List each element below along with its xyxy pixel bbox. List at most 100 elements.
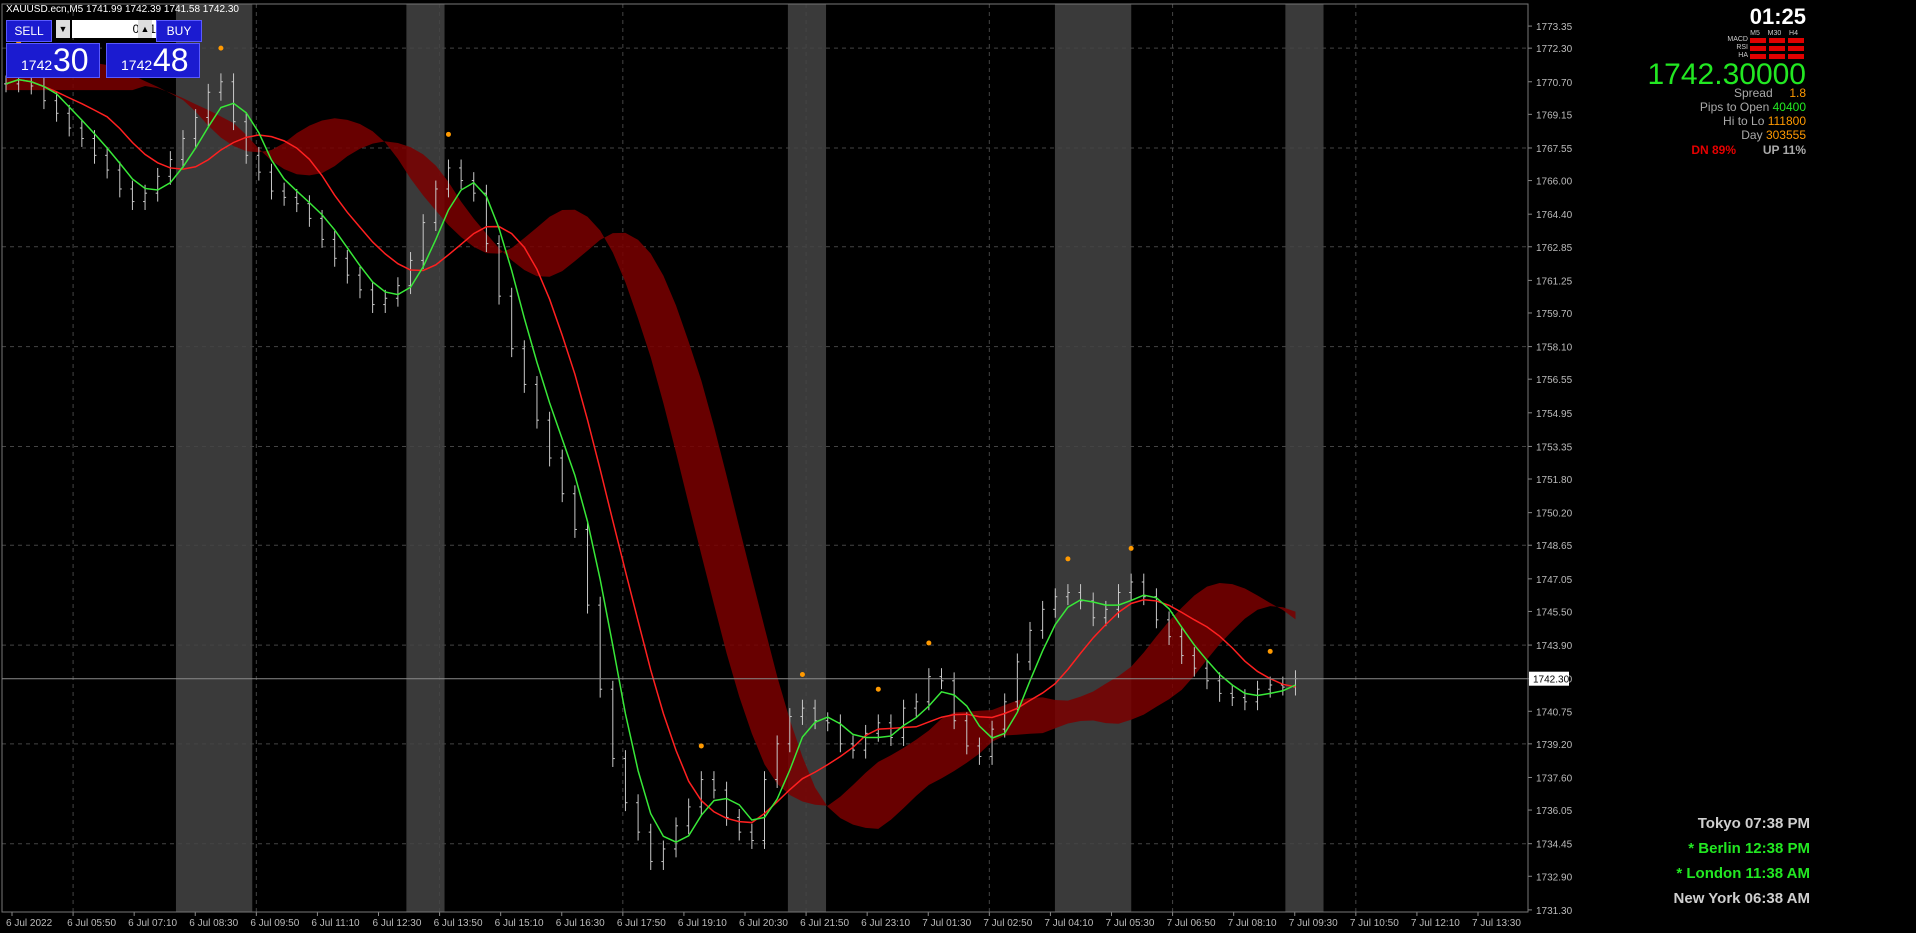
x-tick-label: 7 Jul 13:30	[1472, 918, 1521, 929]
y-tick-label: 1764.40	[1536, 210, 1573, 221]
signal-dot	[218, 45, 224, 51]
signal-dot	[875, 686, 881, 692]
y-tick-label: 1754.95	[1536, 409, 1573, 420]
y-tick-label: 1770.70	[1536, 78, 1573, 89]
x-tick-label: 6 Jul 11:10	[311, 918, 360, 929]
signal-dot	[1267, 648, 1273, 654]
x-tick-label: 6 Jul 23:10	[861, 918, 910, 929]
spread-value: 1.8	[1789, 86, 1806, 100]
signal-dot	[1128, 545, 1134, 551]
one-click-trading-panel: SELL ▼ 0.01 ▲ BUY 1742 30 1742 48	[6, 18, 202, 78]
signal-dot	[799, 671, 805, 677]
day-label: Day	[1741, 128, 1763, 142]
session-new-york: New York 06:38 AM	[1673, 890, 1810, 907]
x-tick-label: 6 Jul 20:30	[739, 918, 788, 929]
y-tick-label: 1759.70	[1536, 309, 1573, 320]
signal-dot	[445, 131, 451, 137]
x-tick-label: 7 Jul 10:50	[1350, 918, 1399, 929]
y-tick-label: 1743.90	[1536, 641, 1573, 652]
y-tick-label: 1767.55	[1536, 144, 1573, 155]
y-tick-label: 1745.50	[1536, 607, 1573, 618]
y-tick-label: 1756.55	[1536, 375, 1573, 386]
tf-label: M30	[1767, 30, 1782, 37]
price-chart[interactable]: 1773.35 1772.30 1770.70 1769.15 1767.55 1766.…	[0, 0, 1916, 933]
server-clock: 01:25	[1749, 4, 1806, 29]
ask-small: 1742	[121, 57, 153, 73]
y-tick-label: 1769.15	[1536, 110, 1573, 121]
session-band	[406, 4, 445, 912]
y-tick-label: 1732.90	[1536, 872, 1573, 883]
session-tokyo: Tokyo 07:38 PM	[1697, 815, 1810, 832]
lot-increase-icon[interactable]: ▲	[138, 20, 152, 38]
signal-dot	[698, 743, 704, 749]
bid-big: 30	[53, 42, 89, 78]
x-tick-label: 6 Jul 17:50	[617, 918, 666, 929]
y-tick-label: 1739.20	[1536, 740, 1573, 751]
y-tick-label: 1761.25	[1536, 276, 1573, 287]
x-tick-label: 6 Jul 08:30	[189, 918, 238, 929]
hilo-value: 111800	[1767, 114, 1806, 128]
y-tick-label: 1772.30	[1536, 44, 1573, 55]
y-tick-label: 1748.65	[1536, 541, 1573, 552]
x-tick-label: 6 Jul 15:10	[495, 918, 544, 929]
y-tick-label: 1762.85	[1536, 243, 1573, 254]
y-tick-label: 1773.35	[1536, 22, 1573, 33]
y-tick-label: 1736.05	[1536, 806, 1573, 817]
bid-quote-button[interactable]: 1742 30	[6, 42, 100, 78]
y-tick-label: 1737.60	[1536, 773, 1573, 784]
session-band	[1285, 4, 1324, 912]
x-tick-label: 7 Jul 12:10	[1411, 918, 1460, 929]
x-tick-label: 6 Jul 09:50	[250, 918, 299, 929]
x-tick-label: 7 Jul 04:10	[1044, 918, 1093, 929]
x-tick-label: 6 Jul 05:50	[67, 918, 116, 929]
x-tick-label: 7 Jul 05:30	[1106, 918, 1155, 929]
y-tick-label: 1747.05	[1536, 575, 1573, 586]
pips-label: Pips to Open	[1699, 100, 1770, 114]
indicator-label: RSI	[1736, 44, 1748, 51]
chart-title: XAUUSD.ecn,M5 1741.99 1742.39 1741.58 17…	[6, 4, 239, 15]
tf-label: M5	[1750, 30, 1760, 37]
x-tick-label: 6 Jul 13:50	[434, 918, 483, 929]
day-value: 303555	[1765, 128, 1806, 142]
session-berlin: * Berlin 12:38 PM	[1688, 840, 1810, 857]
session-band	[1054, 4, 1132, 912]
y-tick-label: 1731.30	[1536, 906, 1573, 917]
indicator-label: MACD	[1727, 36, 1748, 43]
x-tick-label: 7 Jul 08:10	[1228, 918, 1277, 929]
sell-button[interactable]: SELL	[6, 20, 52, 42]
x-tick-label: 6 Jul 12:30	[373, 918, 422, 929]
y-tick-label: 1751.80	[1536, 475, 1573, 486]
buy-button[interactable]: BUY	[156, 20, 202, 42]
x-tick-label: 7 Jul 02:50	[983, 918, 1032, 929]
pips-row: Pips to Open 40400	[1700, 100, 1806, 114]
x-tick-label: 7 Jul 09:30	[1289, 918, 1338, 929]
hilo-label: Hi to Lo	[1723, 114, 1765, 128]
x-tick-label: 6 Jul 2022	[6, 918, 53, 929]
y-tick-label: 1753.35	[1536, 442, 1573, 453]
signal-dot	[926, 640, 932, 646]
indicator-labels: MACD RSI HA	[1727, 36, 1748, 60]
y-tick-label: 1766.00	[1536, 177, 1573, 188]
x-tick-label: 6 Jul 16:30	[556, 918, 605, 929]
signal-dot	[1065, 556, 1071, 562]
timeframe-labels: M5 M30 H4	[1750, 30, 1798, 37]
day-row: Day 303555	[1741, 128, 1806, 142]
ask-big: 48	[153, 42, 189, 78]
x-tick-label: 7 Jul 06:50	[1167, 918, 1216, 929]
bid-small: 1742	[21, 57, 53, 73]
ask-quote-button[interactable]: 1742 48	[106, 42, 200, 78]
tf-label: H4	[1789, 30, 1798, 37]
y-tick-label: 1740.75	[1536, 707, 1573, 718]
session-london: * London 11:38 AM	[1676, 865, 1810, 882]
x-tick-label: 6 Jul 19:10	[678, 918, 727, 929]
lot-decrease-icon[interactable]: ▼	[56, 20, 70, 38]
x-tick-label: 6 Jul 07:10	[128, 918, 177, 929]
y-tick-label: 1750.20	[1536, 509, 1573, 520]
x-tick-label: 6 Jul 21:50	[800, 918, 849, 929]
current-price-tag-label: 1742.30	[1533, 675, 1570, 686]
up-percent: UP 11%	[1762, 143, 1806, 157]
hilo-row: Hi to Lo 111800	[1723, 114, 1806, 128]
spread-label: Spread	[1733, 86, 1773, 100]
y-tick-label: 1758.10	[1536, 343, 1573, 354]
down-percent: DN 89%	[1691, 143, 1736, 157]
